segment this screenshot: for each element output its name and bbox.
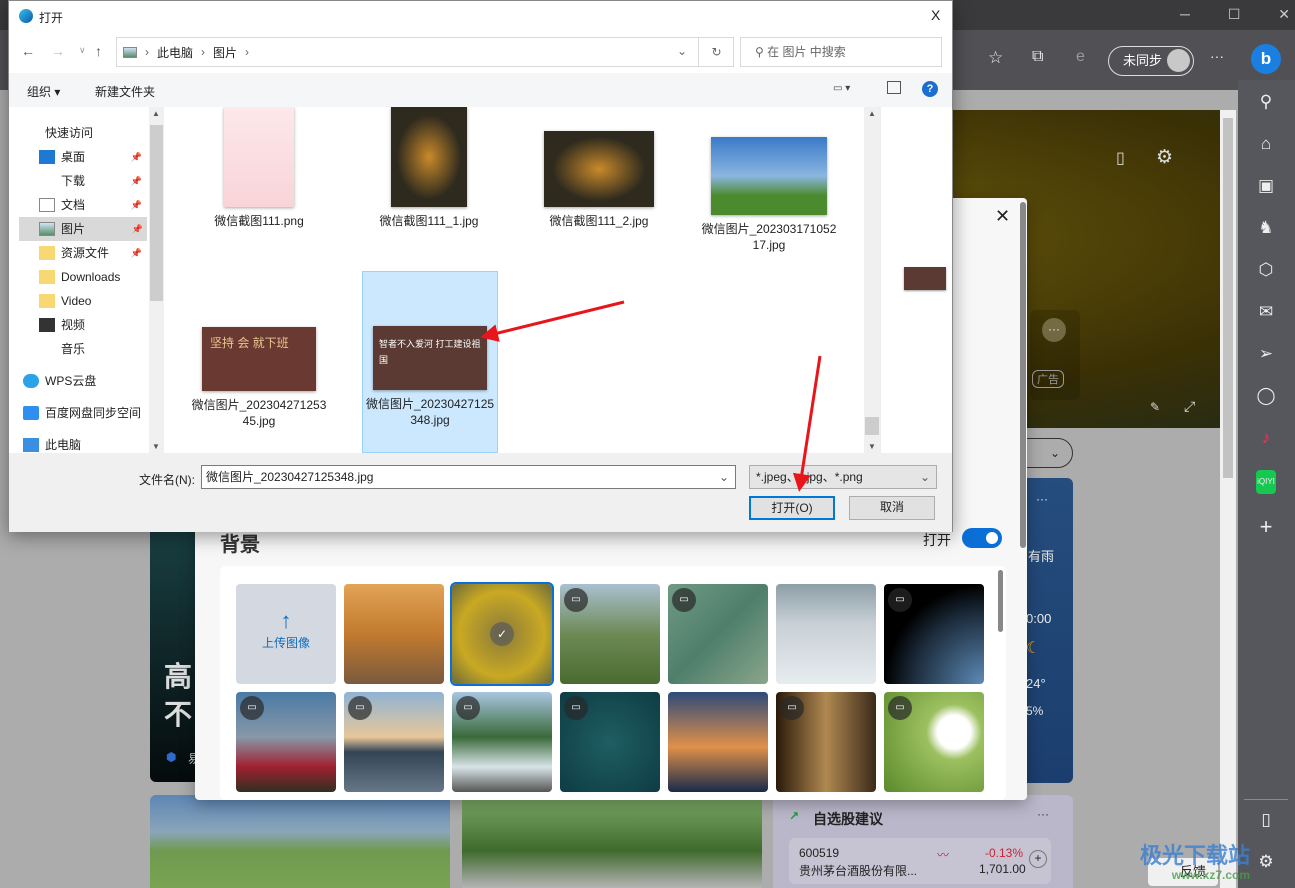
annotation-arrows: [480, 300, 822, 492]
arrow-to-open-button: [792, 355, 822, 492]
arrow-to-file: [480, 300, 625, 342]
